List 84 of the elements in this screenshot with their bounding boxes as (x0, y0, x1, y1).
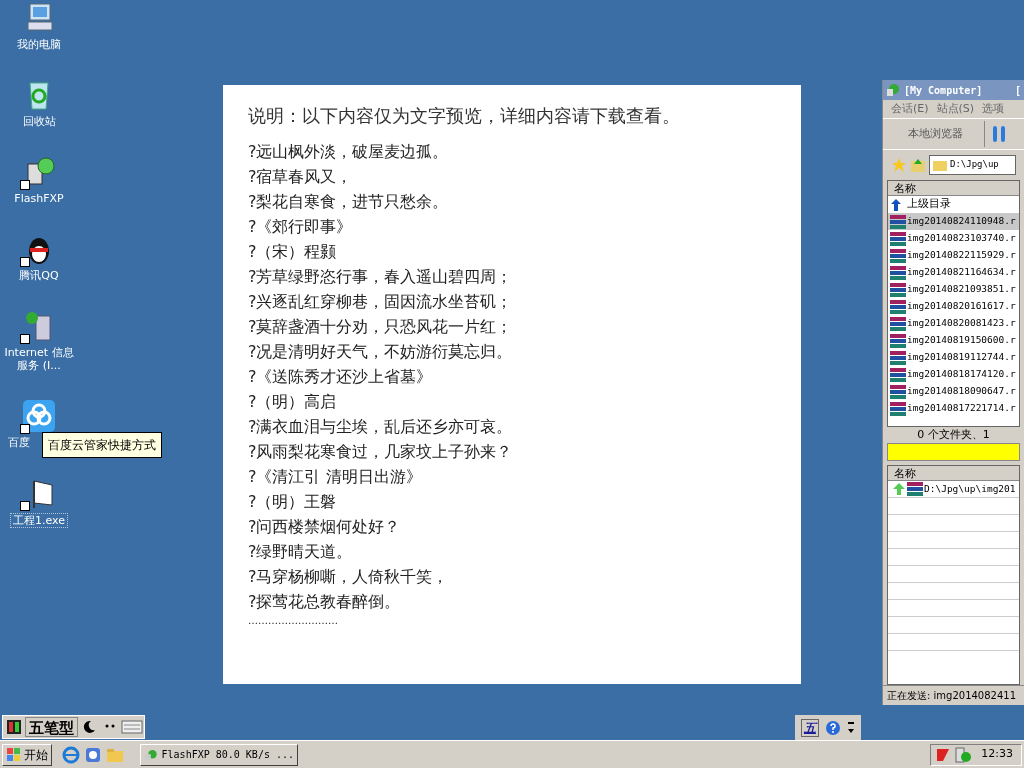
start-button[interactable]: 开始 (2, 743, 52, 766)
desktop-icon-label[interactable]: FlashFXP (14, 192, 64, 205)
cloud-app-icon (22, 400, 56, 432)
poem-line: ?《郊行即事》 (248, 216, 353, 238)
ellipsis-text: ……………………… (248, 614, 338, 628)
poem-line: ?风雨梨花寒食过，几家坟上子孙来？ (248, 441, 513, 463)
archive-icon (890, 401, 906, 416)
ime-logo-icon[interactable] (4, 717, 24, 737)
file-row[interactable]: img20140818174120.r (888, 366, 1019, 383)
poem-line: ?马穿杨柳嘶，人倚秋千笑， (248, 566, 449, 588)
file-row[interactable]: img20140819112744.r (888, 349, 1019, 366)
poem-line: ?宿草春风又， (248, 166, 353, 188)
archive-icon (890, 214, 906, 229)
archive-icon (890, 384, 906, 399)
input-mode-button[interactable]: 五笔型 (25, 717, 78, 737)
poem-line: ?满衣血泪与尘埃，乱后还乡亦可哀。 (248, 416, 513, 438)
star-icon[interactable] (891, 157, 907, 173)
desktop-icon-label[interactable]: 工程1.exe (10, 513, 68, 528)
file-row[interactable]: img20140820081423.r (888, 315, 1019, 332)
archive-icon (890, 333, 906, 348)
poem-line: ?梨花自寒食，进节只愁余。 (248, 191, 449, 213)
poem-line: ?莫辞盏酒十分劝，只恐风花一片红； (248, 316, 513, 338)
window-title: [ (1014, 83, 1021, 98)
poem-line: ?兴逐乱红穿柳巷，固因流水坐苔矶； (248, 291, 513, 313)
document-heading: 说明：以下内容仅为文字预览，详细内容请下载查看。 (248, 104, 681, 128)
poem-line: ?远山枫外淡，破屋麦边孤。 (248, 141, 449, 163)
server-play-icon[interactable] (954, 746, 973, 763)
folder-icon (933, 159, 947, 171)
archive-icon (890, 282, 906, 297)
archive-icon (890, 299, 906, 314)
poem-line: ?探莺花总教春醉倒。 (248, 591, 401, 613)
browser-icon[interactable] (62, 745, 80, 764)
file-row[interactable]: img20140821093851.r (888, 281, 1019, 298)
file-row[interactable]: img20140824110948.r (888, 213, 1019, 230)
archive-icon (890, 231, 906, 246)
poem-line: ?芳草绿野恣行事，春入遥山碧四周； (248, 266, 513, 288)
desktop-icon-label[interactable]: 腾讯QQ (19, 269, 59, 282)
tooltip: 百度云管家快捷方式 (42, 432, 162, 458)
menu-item[interactable]: 选项 (982, 100, 1005, 118)
poem-line: ?（宋）程颢 (248, 241, 337, 263)
file-row[interactable]: img20140821164634.r (888, 264, 1019, 281)
queue-row[interactable]: D:\Jpg\up\img201 (888, 481, 1019, 498)
ime-button[interactable]: 五 (801, 718, 819, 737)
file-row[interactable]: img20140817221714.r (888, 400, 1019, 417)
window-title: [My Computer] (904, 83, 983, 98)
keyboard-icon[interactable] (121, 718, 143, 736)
poem-line: ?问西楼禁烟何处好？ (248, 516, 401, 538)
column-header[interactable]: 名称 (888, 466, 1019, 481)
desktop-icon-label[interactable]: 我的电脑 (17, 38, 61, 51)
pause-icon[interactable] (991, 125, 1007, 143)
poem-line: ?《清江引 清明日出游》 (248, 466, 422, 488)
poem-line: ?《送陈秀才还沙上省墓》 (248, 366, 433, 388)
archive-icon (890, 316, 906, 331)
archive-icon (890, 248, 906, 263)
archive-icon (890, 265, 906, 280)
status-bar: 正在发送: img2014082411 (883, 685, 1024, 705)
archive-icon (890, 350, 906, 365)
file-row[interactable]: img20140818090647.r (888, 383, 1019, 400)
poem-line: ?绿野晴天道。 (248, 541, 353, 563)
clock: 12:33 (981, 746, 1013, 763)
app-icon (886, 83, 900, 97)
menu-item[interactable]: 站点(S) (936, 100, 975, 118)
status-text: 0 个文件夹、1 (916, 427, 991, 443)
taskbar-button[interactable]: FlashFXP 80.0 KB/s ... (140, 743, 298, 766)
desktop-icon-label[interactable]: Internet 信息服务 (I... (0, 346, 78, 372)
help-icon[interactable] (825, 719, 841, 736)
windows-logo-icon (6, 746, 22, 763)
path-field[interactable]: D:\Jpg\up (929, 155, 1016, 175)
file-row[interactable]: 上级目录 (888, 196, 1019, 213)
file-row[interactable]: img20140823103740.r (888, 230, 1019, 247)
file-row[interactable]: img20140820161617.r (888, 298, 1019, 315)
menu-item[interactable]: 会话(E) (891, 100, 929, 118)
poem-line: ?（明）王磐 (248, 491, 337, 513)
up-arrow-icon (892, 482, 906, 496)
desktop-icon-label[interactable]: 回收站 (22, 115, 56, 128)
archive-icon (890, 367, 906, 382)
poem-line: ?况是清明好天气，不妨游衍莫忘归。 (248, 341, 513, 363)
file-row[interactable]: img20140822115929.r (888, 247, 1019, 264)
file-row[interactable]: img20140819150600.r (888, 332, 1019, 349)
archive-icon (907, 482, 923, 496)
up-folder-icon[interactable] (910, 157, 926, 173)
poem-line: ?（明）高启 (248, 391, 337, 413)
desktop-icon-label[interactable]: 百度 (8, 436, 30, 449)
column-header[interactable]: 名称 (888, 181, 1019, 196)
